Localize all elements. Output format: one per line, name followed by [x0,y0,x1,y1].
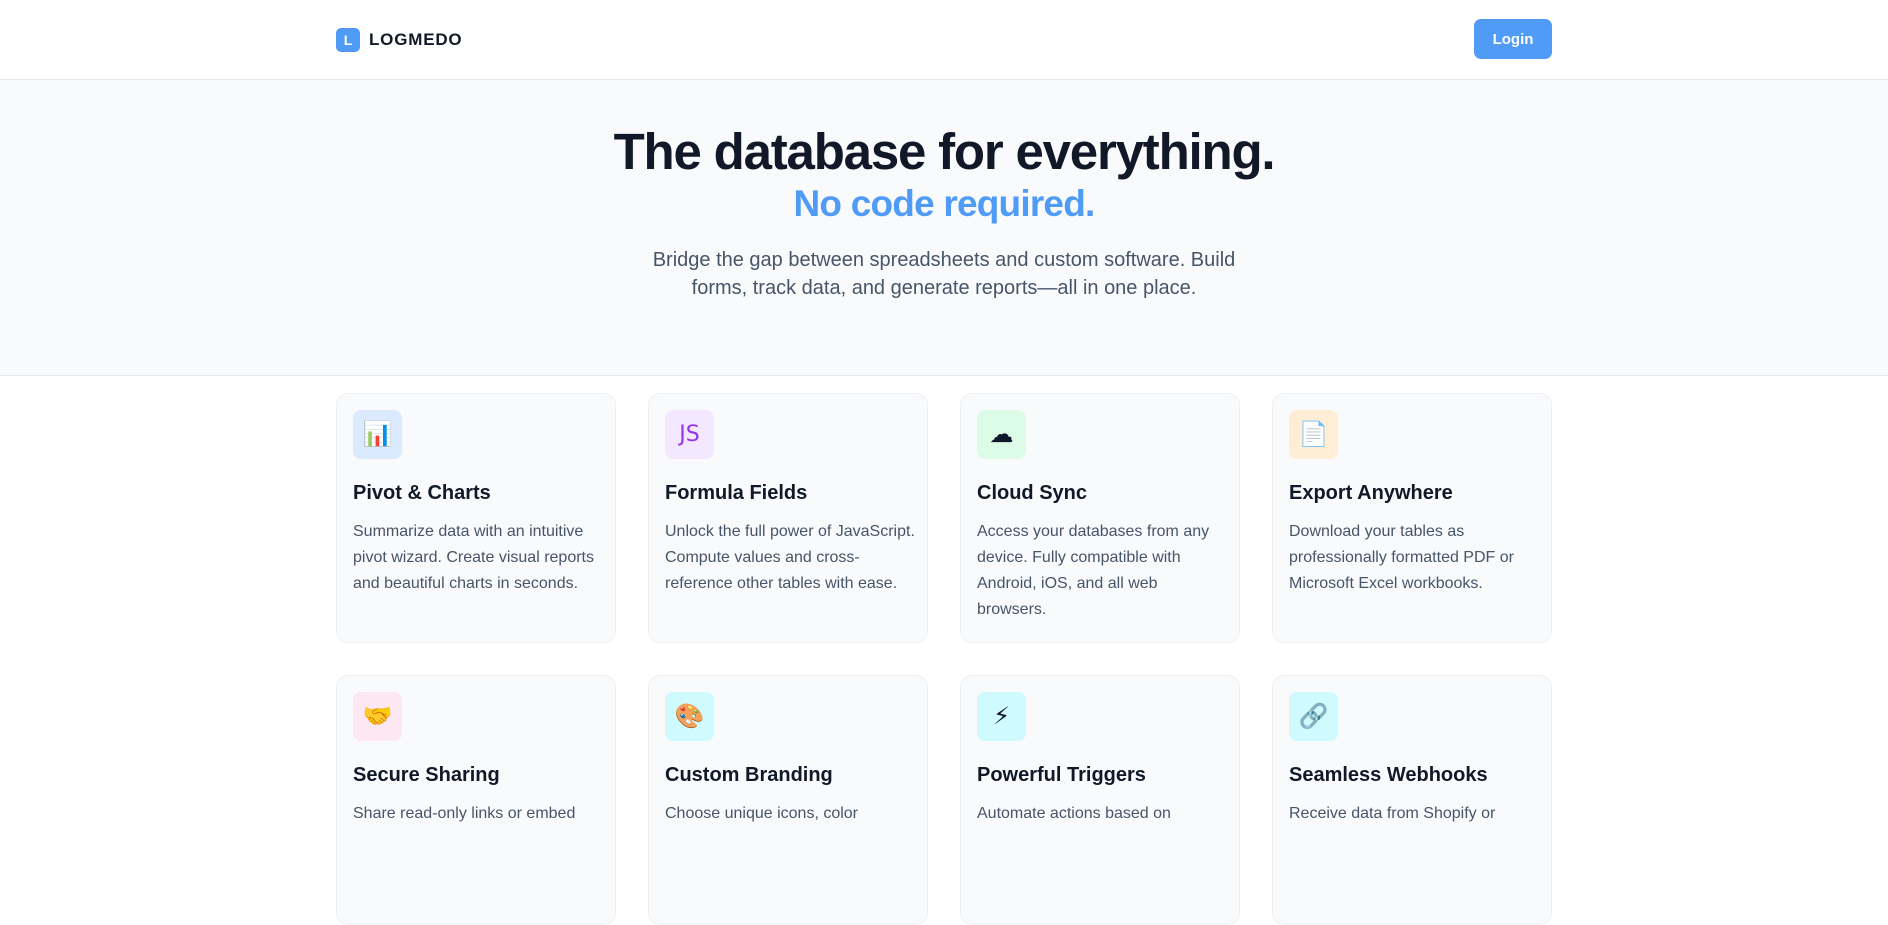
feature-card: 🎨 Custom Branding Choose unique icons, col… [648,675,928,925]
feature-description: Choose unique icons, color [665,805,859,822]
hero-description: Bridge the gap between spreadsheets and … [652,249,1236,299]
handshake-icon: 🤝 [362,703,393,730]
feature-icon-box: 🤝 [353,692,402,741]
feature-icon-box: ☁ [977,410,1026,459]
feature-title: Cloud Sync [977,482,1088,504]
top-nav: L LOGMEDO Login [0,0,1888,80]
feature-icon-box: 📄 [1289,410,1338,459]
feature-description: Receive data from Shopify or [1289,805,1496,822]
bar-chart-icon: 📊 [362,421,393,448]
link-icon: 🔗 [1298,703,1329,730]
feature-icon-box: 🎨 [665,692,714,741]
logo-text: LOGMEDO [369,29,463,49]
feature-card: 🔗 Seamless Webhooks Receive data from Shop… [1272,675,1552,925]
feature-card: 📊 Pivot & Charts Summarize data with an in… [336,393,616,643]
hero-title: The database for everything. [613,123,1276,180]
feature-card: ⚡ Powerful Triggers Automate actions based… [960,675,1240,925]
feature-description: Automate actions based on [977,805,1171,822]
feature-description: Summarize data with an intuitive pivot w… [353,523,594,592]
logo-mark-icon: L [336,27,360,52]
feature-card: 📄 Export Anywhere Download your tables as … [1272,393,1552,643]
feature-title: Powerful Triggers [977,764,1146,786]
feature-icon-box: 📊 [353,410,402,459]
hero-subtitle: No code required. [793,183,1096,224]
cloud-icon: ☁ [989,421,1014,448]
feature-title: Export Anywhere [1289,482,1453,504]
feature-title: Seamless Webhooks [1289,764,1488,786]
feature-card: 🤝 Secure Sharing Share read-only links or … [336,675,616,925]
feature-card: ☁ Cloud Sync Access your databases from an… [960,393,1240,643]
feature-card: JS Formula Fields Unlock the full power of… [648,393,928,643]
palette-icon: 🎨 [674,703,705,730]
feature-title: Pivot & Charts [353,482,491,504]
lightning-icon: ⚡ [993,703,1010,730]
feature-description: Share read-only links or embed [353,805,576,822]
feature-description: Unlock the full power of JavaScript. Com… [665,523,915,592]
js-icon: JS [679,422,700,447]
feature-description: Download your tables as professionally f… [1289,523,1514,592]
document-icon: 📄 [1298,421,1329,448]
feature-icon-box: JS [665,410,714,459]
feature-icon-box: ⚡ [977,692,1026,741]
feature-title: Secure Sharing [353,764,500,786]
logo[interactable]: L LOGMEDO [336,27,467,52]
feature-title: Custom Branding [665,764,833,786]
hero-section: The database for everything. No code req… [0,80,1888,376]
feature-icon-box: 🔗 [1289,692,1338,741]
feature-title: Formula Fields [665,482,808,504]
feature-description: Access your databases from any device. F… [977,523,1210,618]
login-button[interactable]: Login [1474,19,1552,59]
